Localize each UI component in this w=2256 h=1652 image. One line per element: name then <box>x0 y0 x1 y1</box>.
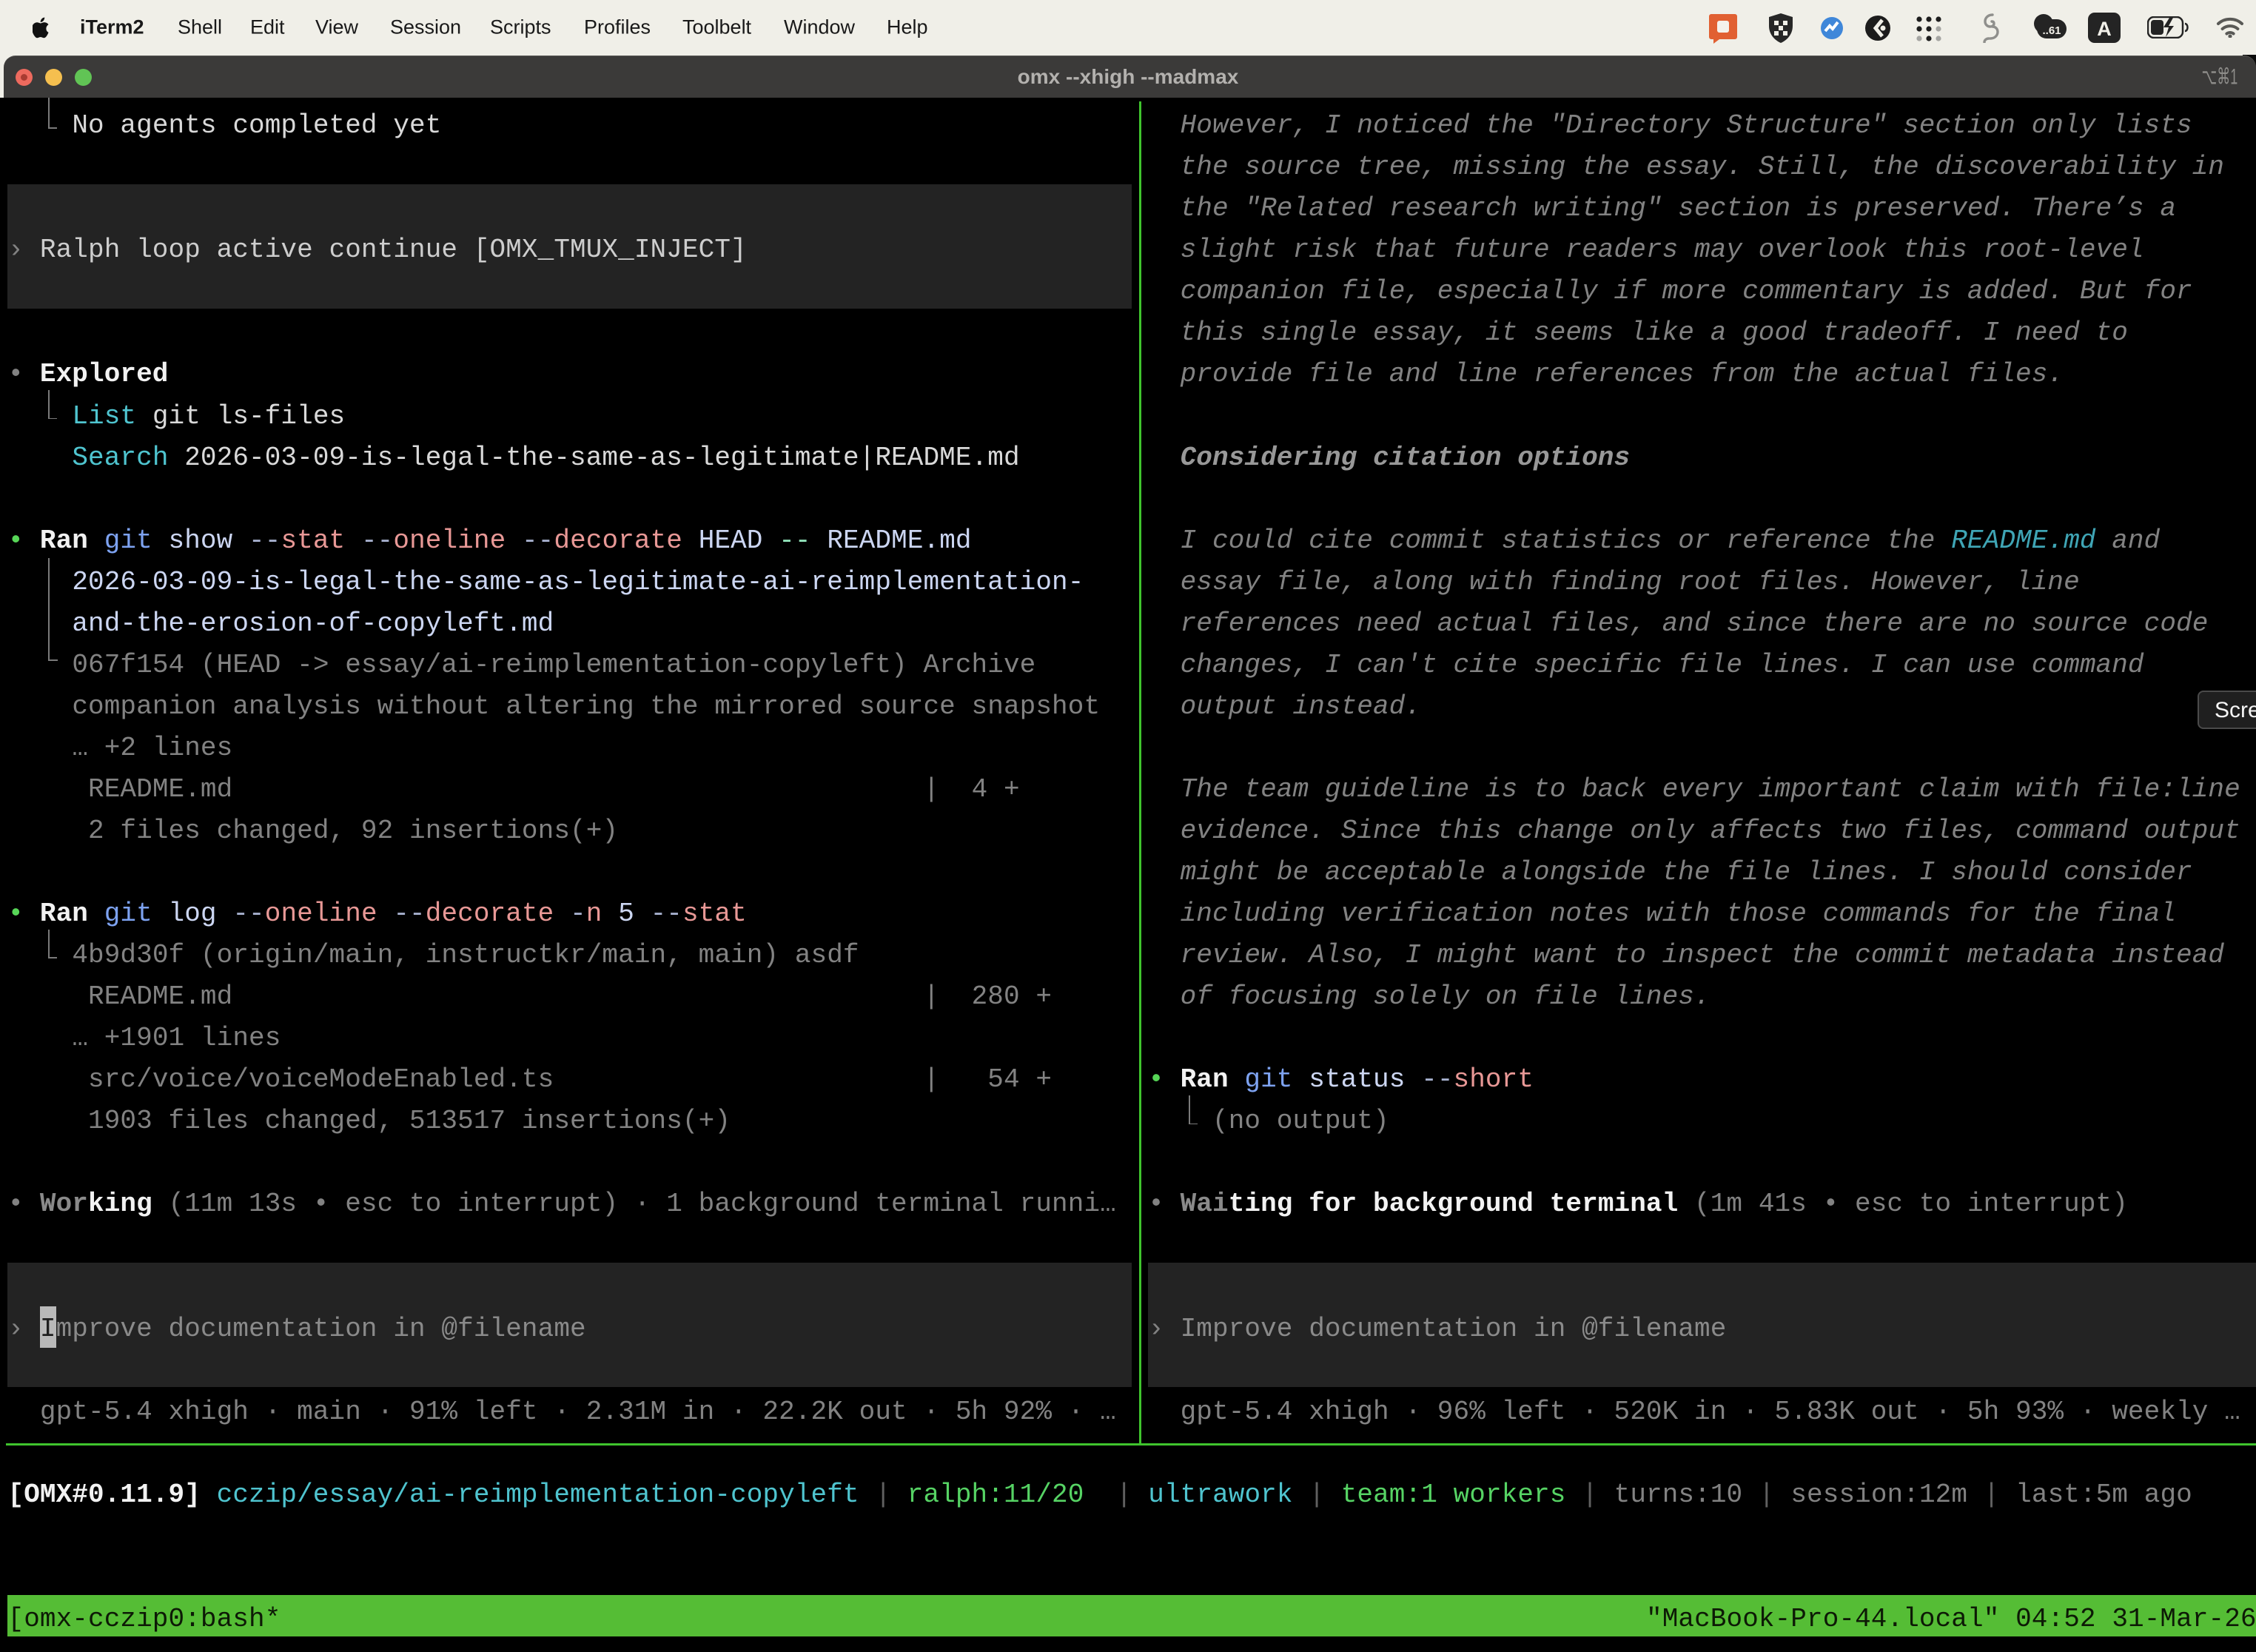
svg-text:A: A <box>2097 18 2112 40</box>
svg-text:..61: ..61 <box>2042 24 2061 37</box>
